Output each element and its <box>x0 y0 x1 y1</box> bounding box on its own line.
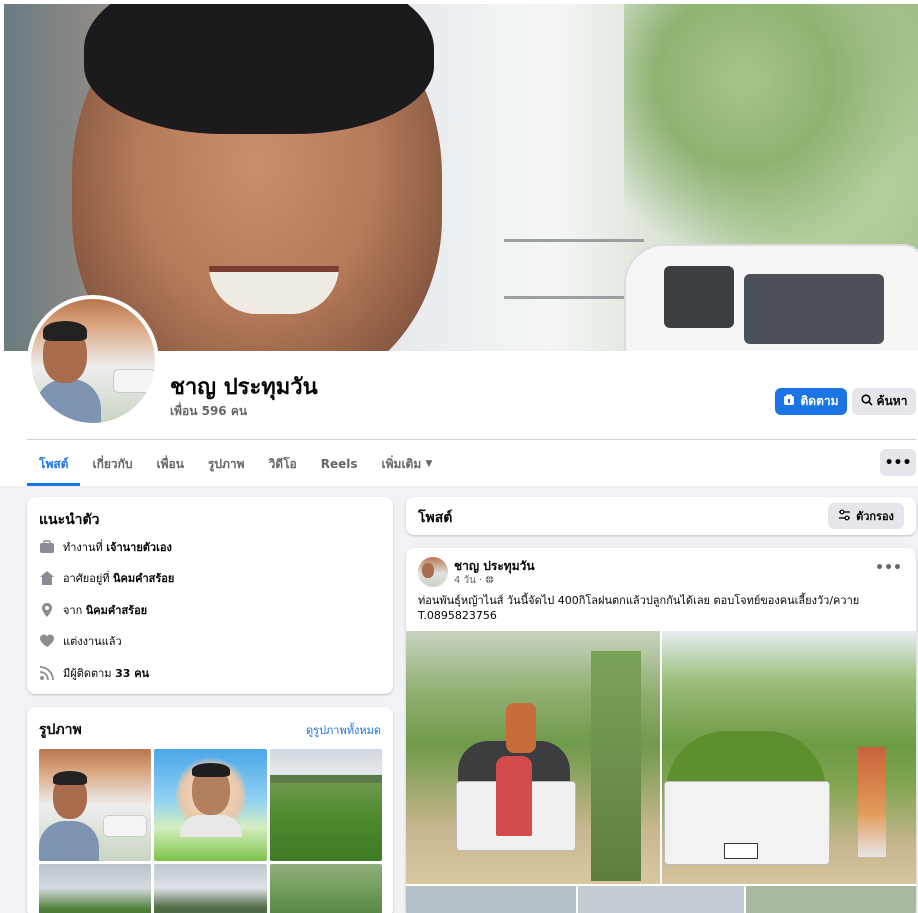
posts-header-card: โพสต์ ตัวกรอง <box>406 497 916 535</box>
post-photo[interactable] <box>746 886 916 913</box>
intro-value[interactable]: เจ้านายตัวเอง <box>106 541 172 554</box>
tab-label: รูปภาพ <box>207 456 245 471</box>
tab-photos[interactable]: รูปภาพ <box>196 446 257 482</box>
photos-card: รูปภาพ ดูรูปภาพทั้งหมด <box>27 707 393 913</box>
photo-thumbnail[interactable] <box>154 749 267 861</box>
post-photo[interactable] <box>406 886 576 913</box>
intro-value[interactable]: นิคมคำสร้อย <box>86 604 147 617</box>
intro-value[interactable]: 33 คน <box>115 667 149 680</box>
more-dots-icon: ••• <box>884 454 912 471</box>
photo-thumbnail[interactable] <box>39 749 151 861</box>
intro-prefix: อาศัยอยู่ที่ <box>63 572 114 585</box>
profile-picture[interactable] <box>31 299 155 423</box>
tab-more[interactable]: เพิ่มเติม ▼ <box>370 446 445 482</box>
intro-row-work: ทำงานที่ เจ้านายตัวเอง <box>39 538 172 556</box>
photos-title: รูปภาพ <box>39 722 82 738</box>
filter-sliders-icon <box>838 509 851 524</box>
post-photo[interactable] <box>662 631 916 884</box>
tab-label: วิดีโอ <box>268 456 297 471</box>
post-photo[interactable] <box>578 886 744 913</box>
more-options-button[interactable]: ••• <box>880 449 916 476</box>
filter-button[interactable]: ตัวกรอง <box>828 503 904 529</box>
intro-row-lives: อาศัยอยู่ที่ นิคมคำสร้อย <box>39 569 174 587</box>
caret-down-icon: ▼ <box>425 459 433 469</box>
search-label: ค้นหา <box>876 394 908 408</box>
tab-posts[interactable]: โพสต์ <box>27 446 81 486</box>
tab-label: เกี่ยวกับ <box>92 456 133 471</box>
post-options-icon[interactable]: ••• <box>875 560 902 576</box>
intro-prefix: มีผู้ติดตาม <box>63 667 116 680</box>
photo-thumbnail[interactable] <box>39 864 151 913</box>
heart-icon <box>39 633 55 649</box>
tab-about[interactable]: เกี่ยวกับ <box>80 446 144 482</box>
globe-icon <box>485 575 494 587</box>
tab-label: โพสต์ <box>39 456 69 471</box>
dot-separator: · <box>479 575 483 586</box>
cover-photo[interactable] <box>4 4 918 351</box>
post-photo[interactable] <box>406 631 660 884</box>
location-pin-icon <box>39 602 55 618</box>
tab-label: เพื่อน <box>156 456 184 471</box>
follow-label: ติดตาม <box>800 394 839 408</box>
search-icon <box>860 394 873 409</box>
post-card: ชาญ ประทุมวัน 4 วัน · ••• ท่อนพันธุ์หญ้า… <box>406 548 916 913</box>
intro-title: แนะนำตัว <box>39 512 100 528</box>
follow-button[interactable]: ติดตาม <box>775 388 847 415</box>
photo-thumbnail[interactable] <box>270 749 382 861</box>
intro-row-relationship: แต่งงานแล้ว <box>39 632 122 650</box>
search-button[interactable]: ค้นหา <box>852 388 916 415</box>
follow-icon <box>783 394 795 409</box>
friends-count[interactable]: เพื่อน 596 คน <box>170 402 247 421</box>
post-time[interactable]: 4 วัน <box>454 573 476 588</box>
tab-label: เพิ่มเติม <box>381 456 422 471</box>
profile-tabs: โพสต์ เกี่ยวกับ เพื่อน รูปภาพ วิดีโอ Ree… <box>27 446 445 486</box>
briefcase-icon <box>39 539 55 555</box>
tab-friends[interactable]: เพื่อน <box>145 446 196 482</box>
profile-name: ชาญ ประทุมวัน <box>170 375 318 400</box>
photo-thumbnail[interactable] <box>154 864 267 913</box>
intro-row-followers: มีผู้ติดตาม 33 คน <box>39 664 149 682</box>
filter-label: ตัวกรอง <box>856 510 894 523</box>
tab-reels[interactable]: Reels <box>309 446 370 482</box>
see-all-photos-link[interactable]: ดูรูปภาพทั้งหมด <box>306 721 381 739</box>
intro-relationship-text: แต่งงานแล้ว <box>63 635 122 648</box>
intro-value[interactable]: นิคมคำสร้อย <box>113 572 174 585</box>
tab-label: Reels <box>320 457 358 471</box>
rss-icon <box>39 665 55 681</box>
posts-title: โพสต์ <box>418 510 453 526</box>
photo-thumbnail[interactable] <box>270 864 382 913</box>
intro-row-from: จาก นิคมคำสร้อย <box>39 601 147 619</box>
intro-prefix: ทำงานที่ <box>63 541 107 554</box>
intro-prefix: จาก <box>63 604 86 617</box>
post-meta: 4 วัน · <box>454 573 494 588</box>
post-author-avatar[interactable] <box>418 557 448 587</box>
home-icon <box>39 570 55 586</box>
intro-card: แนะนำตัว ทำงานที่ เจ้านายตัวเอง อาศัยอยู… <box>27 497 393 694</box>
post-text: ท่อนพันธุ์หญ้าไนส์ วันนี้จัดไป 400กิโลฝน… <box>418 594 860 622</box>
tab-videos[interactable]: วิดีโอ <box>257 446 309 482</box>
header-divider <box>27 439 916 440</box>
